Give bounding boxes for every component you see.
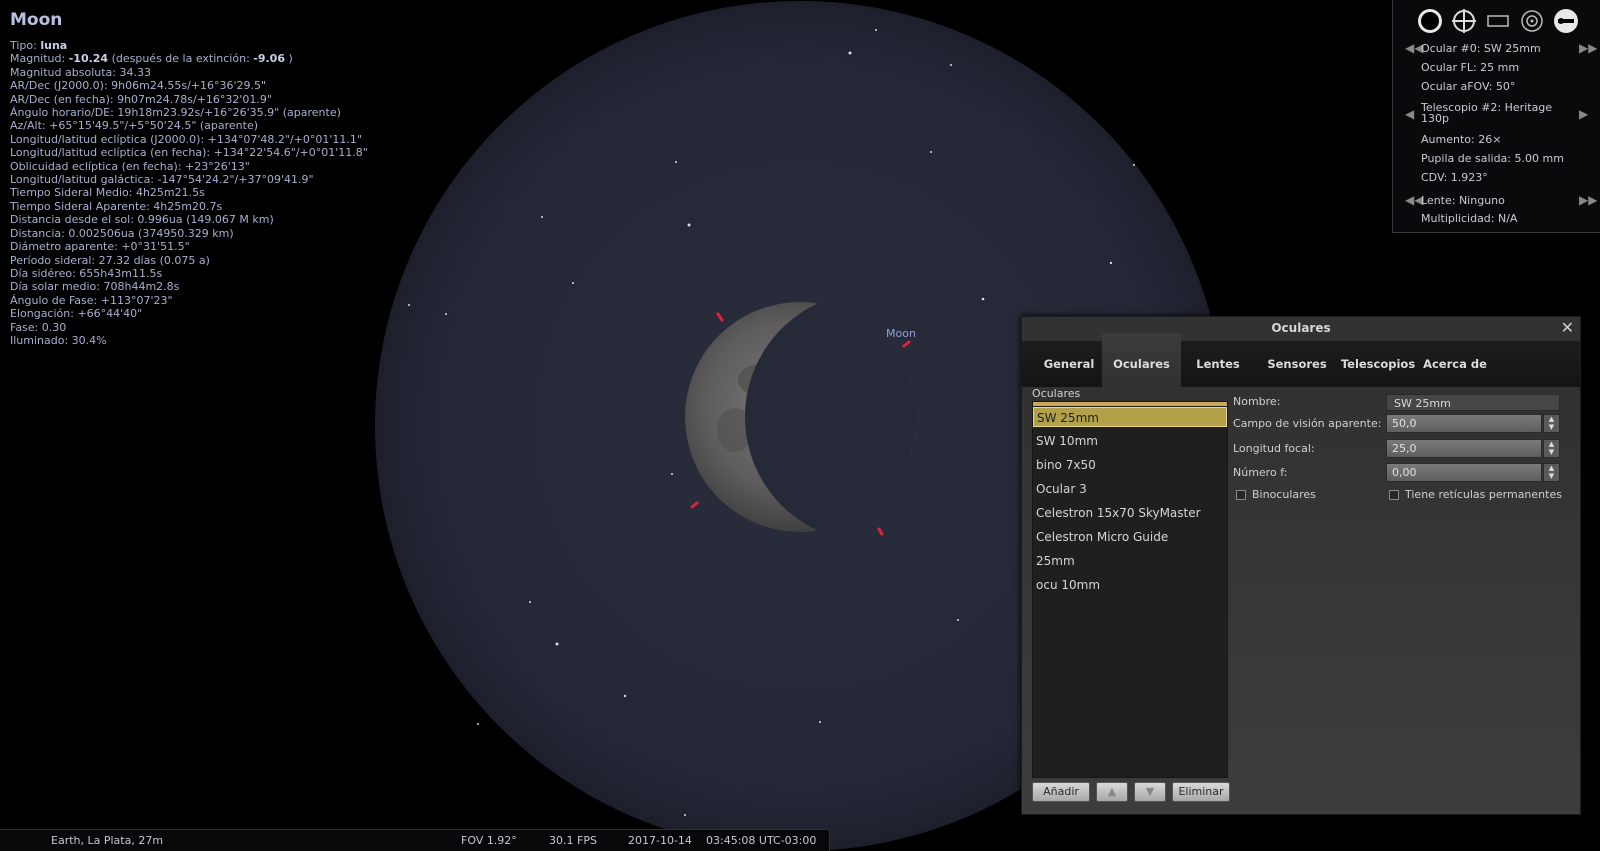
afov-spinbox[interactable]: ▲▼ [1386, 414, 1560, 433]
info-line: Magnitud absoluta: 34.33 [10, 65, 151, 79]
list-label: Oculares [1032, 387, 1081, 400]
info-line: Az/Alt: +65°15'49.5"/+5°50'24.5" (aparen… [10, 119, 259, 133]
object-info: Moon Tipo: luna Magnitud: -10.24 (despué… [10, 10, 368, 347]
reticulas-label: Tiene retículas permanentes [1405, 488, 1562, 501]
binoculares-checkbox[interactable] [1236, 490, 1246, 500]
info-line: Distancia: 0.002506ua (374950.329 km) [10, 226, 234, 240]
sensor-frame-icon[interactable] [1483, 6, 1513, 36]
info-line: Tiempo Sideral Medio: 4h25m21.5s [10, 186, 205, 200]
nombre-field[interactable]: SW 25mm [1386, 394, 1560, 411]
f-number-spinbox[interactable]: ▲▼ [1386, 463, 1560, 482]
time-text: 03:45:08 UTC-03:00 [706, 834, 817, 847]
next-ocular-arrow-icon[interactable]: ▶▶ [1579, 41, 1597, 55]
tab-telescopios[interactable]: Telescopios [1338, 341, 1418, 387]
ocular-list[interactable]: SW 25mm SW 10mm bino 7x50 Ocular 3 Celes… [1032, 401, 1228, 778]
info-line: Distancia desde el sol: 0.996ua (149.067… [10, 213, 274, 227]
ocular-fl: Ocular FL: 25 mm [1421, 61, 1520, 74]
info-line: Día sidéreo: 655h43m11.5s [10, 266, 163, 280]
next-lens-arrow-icon[interactable]: ▶▶ [1579, 193, 1597, 207]
date-text: 2017-10-14 [628, 834, 692, 847]
info-line: Longitud/latitud galáctica: -147°54'24.2… [10, 173, 314, 187]
info-line: AR/Dec (J2000.0): 9h06m24.55s/+16°36'29.… [10, 79, 267, 93]
info-line: Día solar medio: 708h44m2.8s [10, 280, 180, 294]
telescope-name: Telescopio #2: Heritage 130p [1421, 101, 1553, 125]
ocular-toolbar [1415, 6, 1581, 36]
focal-length-input[interactable] [1386, 439, 1542, 458]
binoculares-label: Binoculares [1252, 488, 1316, 501]
nombre-label: Nombre: [1233, 395, 1281, 408]
field-of-view: CDV: 1.923° [1421, 171, 1488, 184]
info-line: AR/Dec (en fecha): 9h07m24.78s/+16°32'01… [10, 92, 272, 106]
f-number-label: Número f: [1233, 466, 1288, 479]
tab-acerca-de[interactable]: Acerca de [1418, 341, 1492, 387]
telrad-icon[interactable] [1517, 6, 1547, 36]
multiplicity: Multiplicidad: N/A [1421, 212, 1518, 225]
info-magnitude: Magnitud: -10.24 (después de la extinció… [10, 52, 293, 66]
delete-button[interactable]: Eliminar [1172, 782, 1230, 802]
tab-oculares[interactable]: Oculares [1102, 333, 1181, 387]
f-number-input[interactable] [1386, 463, 1542, 482]
info-line: Fase: 0.30 [10, 320, 67, 334]
add-button[interactable]: Añadir [1032, 782, 1090, 802]
list-item[interactable]: Ocular 3 [1033, 479, 1227, 499]
next-telescope-arrow-icon[interactable]: ▶ [1579, 107, 1588, 121]
tab-lentes[interactable]: Lentes [1182, 341, 1254, 387]
oculares-dialog: Oculares ✕ General Oculares Lentes Senso… [1021, 316, 1581, 815]
list-item[interactable]: Celestron Micro Guide [1033, 527, 1227, 547]
configure-wrench-icon[interactable] [1551, 6, 1581, 36]
info-line: Diámetro aparente: +0°31'51.5" [10, 240, 190, 254]
prev-telescope-arrow-icon[interactable]: ◀ [1405, 107, 1414, 121]
list-item[interactable]: ocu 10mm [1033, 575, 1227, 595]
spin-arrows-icon[interactable]: ▲ ▼ [1543, 439, 1560, 458]
ocular-overlay-panel: ◀◀ ▶▶ Ocular #0: SW 25mm Ocular FL: 25 m… [1392, 0, 1600, 233]
object-name: Moon [10, 10, 63, 30]
afov-input[interactable] [1386, 414, 1542, 433]
magnification: Aumento: 26× [1421, 133, 1502, 146]
move-up-button[interactable]: ▲ [1096, 782, 1128, 802]
exit-pupil: Pupila de salida: 5.00 mm [1421, 152, 1564, 165]
list-item[interactable]: SW 10mm [1033, 431, 1227, 451]
crosshair-icon[interactable] [1449, 6, 1479, 36]
close-icon[interactable]: ✕ [1561, 319, 1574, 337]
spin-arrows-icon[interactable]: ▲ ▼ [1543, 463, 1560, 482]
reticulas-checkbox[interactable] [1389, 490, 1399, 500]
dialog-tabs: General Oculares Lentes Sensores Telesco… [1022, 333, 1580, 387]
list-item[interactable]: bino 7x50 [1033, 455, 1227, 475]
dialog-body: Oculares SW 25mm SW 10mm bino 7x50 Ocula… [1022, 387, 1580, 814]
ocular-view-icon[interactable] [1415, 6, 1445, 36]
tab-general[interactable]: General [1030, 341, 1108, 387]
info-line: Elongación: +66°44'40" [10, 307, 143, 321]
info-type: Tipo: luna [10, 39, 68, 52]
info-line: Tiempo Sideral Aparente: 4h25m20.7s [10, 199, 223, 213]
info-line: Oblicuidad eclíptica (en fecha): +23°26'… [10, 159, 250, 173]
fov-text: FOV 1.92° [461, 834, 517, 847]
info-line: Iluminado: 30.4% [10, 333, 107, 347]
focal-length-spinbox[interactable]: ▲▼ [1386, 439, 1560, 458]
ocular-afov: Ocular aFOV: 50° [1421, 80, 1516, 93]
location-text: Earth, La Plata, 27m [51, 834, 164, 847]
info-line: Período sideral: 27.32 días (0.075 a) [10, 253, 210, 267]
afov-label: Campo de visión aparente: [1233, 417, 1382, 430]
lens-name: Lente: Ninguno [1421, 194, 1505, 207]
list-item[interactable]: SW 25mm [1033, 407, 1227, 427]
info-line: Longitud/latitud eclíptica (en fecha): +… [10, 146, 368, 160]
info-line: Longitud/latitud eclíptica (J2000.0): +1… [10, 132, 362, 146]
info-line: Ángulo horario/DE: 19h18m23.92s/+16°26'3… [10, 106, 341, 120]
list-item[interactable]: 25mm [1033, 551, 1227, 571]
bottom-status-bar: Earth, La Plata, 27m FOV 1.92° 30.1 FPS … [0, 829, 830, 851]
info-line: Ángulo de Fase: +113°07'23" [10, 293, 173, 307]
spin-arrows-icon[interactable]: ▲ ▼ [1543, 414, 1560, 433]
moon-label[interactable]: Moon [886, 327, 916, 340]
fps-text: 30.1 FPS [549, 834, 597, 847]
move-down-button[interactable]: ▼ [1134, 782, 1166, 802]
list-top-highlight [1033, 402, 1227, 406]
tab-sensores[interactable]: Sensores [1257, 341, 1337, 387]
list-item[interactable]: Celestron 15x70 SkyMaster [1033, 503, 1227, 523]
ocular-name: Ocular #0: SW 25mm [1421, 42, 1541, 55]
focal-length-label: Longitud focal: [1233, 442, 1315, 455]
